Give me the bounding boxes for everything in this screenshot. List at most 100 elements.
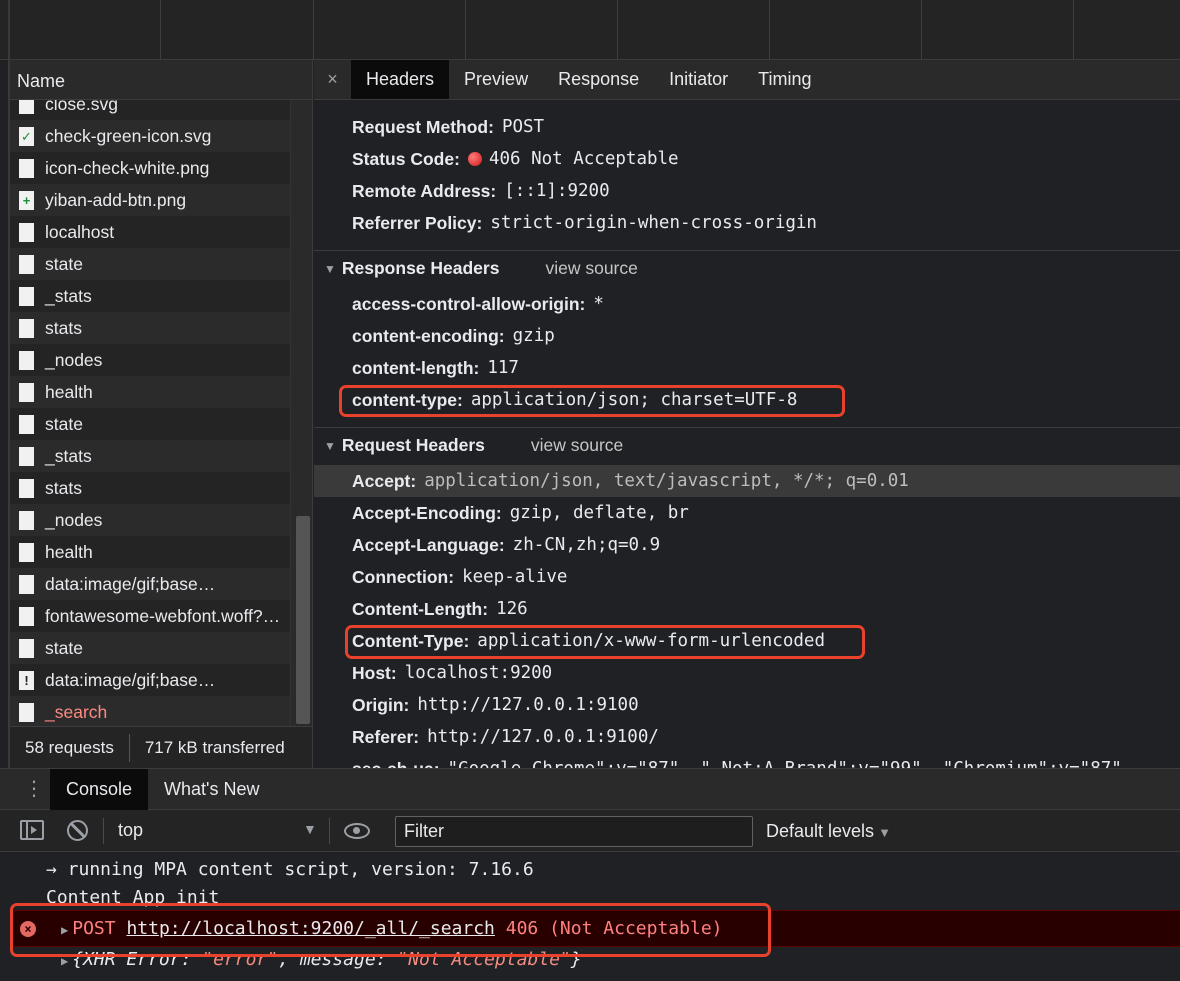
header-key: sec-ch-ua: [352,759,440,769]
request-name: stats [45,317,82,338]
request-rows: close.svg ✓ check-green-icon.svg icon-check… [10,100,290,726]
response-headers-section[interactable]: ▼ Response Headers view source [314,250,1180,286]
header-key: Referer: [352,726,420,747]
header-value: zh-CN,zh;q=0.9 [512,535,661,555]
request-row[interactable]: stats [10,472,290,504]
expand-arrow-icon[interactable]: ▶ [61,954,68,968]
request-row[interactable]: _nodes [10,504,290,536]
log-levels-dropdown[interactable]: Default levels ▼ [766,821,891,842]
request-row[interactable]: state [10,632,290,664]
header-key: Content-Length: [352,598,489,619]
file-icon [19,606,34,626]
request-count: 58 requests [25,737,114,757]
request-name: state [45,637,83,658]
header-key: Accept-Language: [352,534,505,555]
object-mid: , message: [278,949,398,970]
request-row[interactable]: _stats [10,440,290,472]
header-row: content-encoding: gzip [314,320,1180,352]
file-icon [19,574,34,594]
header-key: Referrer Policy: [352,212,483,233]
console-toolbar: top ▼ Default levels▼ [0,810,1180,852]
tab-console[interactable]: Console [50,769,149,810]
name-column-header[interactable]: Name [10,60,312,100]
header-row: sec-ch-ua: "Google Chrome";v="87", " Not;… [314,753,1180,769]
headers-content: Request Method: POST Status Code: 406 No… [314,100,1180,768]
tab-timing[interactable]: Timing [743,60,826,99]
header-key: content-encoding: [352,325,505,346]
section-title: Response Headers [341,258,500,278]
tab-response[interactable]: Response [543,60,654,99]
network-overview[interactable] [0,0,1180,60]
request-headers-section[interactable]: ▼ Request Headers view source [314,427,1180,463]
header-row: Content-Length: 126 [314,593,1180,625]
scrollbar-thumb[interactable] [296,516,310,724]
request-row[interactable]: state [10,408,290,440]
tab-preview[interactable]: Preview [449,60,543,99]
file-icon [19,350,34,370]
console-error-message[interactable]: × ▶ POST http://localhost:9200/_all/_sear… [10,910,1180,947]
file-icon [19,446,34,466]
request-name: yiban-add-btn.png [45,189,187,210]
live-expression-eye-icon[interactable] [344,823,370,839]
header-row: content-type: application/json; charset=U… [314,384,1180,416]
console-object-message[interactable]: ▶ {XHR Error: "error", message: "Not Acce… [10,948,1180,976]
view-source-link[interactable]: view source [531,435,623,456]
request-name: localhost [45,221,115,242]
request-row[interactable]: fontawesome-webfont.woff?… [10,600,290,632]
general-remote-address: Remote Address: [::1]:9200 [314,175,1180,207]
request-row[interactable]: close.svg [10,100,290,120]
file-icon [19,222,34,242]
header-value: http://127.0.0.1:9100/ [427,727,659,747]
header-row: Origin: http://127.0.0.1:9100 [314,689,1180,721]
request-name: state [45,253,83,274]
filter-input[interactable] [395,816,753,847]
request-row[interactable]: _search [10,696,290,726]
request-name: health [45,381,93,402]
object-message-string: "Not Acceptable" [397,949,571,970]
more-vertical-icon[interactable]: ⋮ [22,777,46,801]
log-levels-label: Default levels [766,821,875,841]
request-row[interactable]: + yiban-add-btn.png [10,184,290,216]
request-name: _stats [45,285,92,306]
request-row[interactable]: ✓ check-green-icon.svg [10,120,290,152]
header-row: Accept-Language: zh-CN,zh;q=0.9 [314,529,1180,561]
request-row[interactable]: health [10,536,290,568]
request-row[interactable]: health [10,376,290,408]
request-row[interactable]: data:image/gif;base… [10,568,290,600]
header-row: Accept-Encoding: gzip, deflate, br [314,497,1180,529]
request-list-scrollbar[interactable] [290,100,312,726]
header-key: content-type: [352,389,463,410]
file-icon [19,478,34,498]
header-key: Connection: [352,566,455,587]
header-row: Referer: http://127.0.0.1:9100/ [314,721,1180,753]
dropdown-arrow-icon: ▼ [878,825,891,840]
toolbar-divider [103,818,104,844]
header-value: gzip, deflate, br [509,503,689,523]
tab-headers[interactable]: Headers [351,60,450,99]
header-value: 126 [496,599,528,619]
header-key: Accept-Encoding: [352,502,502,523]
console-message: → running MPA content script, version: 7… [46,859,534,880]
header-value: gzip [512,326,555,346]
request-row[interactable]: localhost [10,216,290,248]
request-row[interactable]: _stats [10,280,290,312]
error-url-link[interactable]: http://localhost:9200/_all/_search [126,918,494,939]
request-row[interactable]: ! data:image/gif;base… [10,664,290,696]
dropdown-arrow-icon[interactable]: ▼ [303,821,317,837]
general-request-method: Request Method: POST [314,111,1180,143]
context-selector[interactable]: top [118,820,328,842]
request-row[interactable]: stats [10,312,290,344]
view-source-link[interactable]: view source [545,258,637,279]
tab-initiator[interactable]: Initiator [654,60,743,99]
request-row[interactable]: icon-check-white.png [10,152,290,184]
show-sidebar-icon[interactable] [20,820,44,840]
header-key: Host: [352,662,397,683]
close-details-button[interactable]: × [314,60,351,99]
request-row[interactable]: state [10,248,290,280]
request-row[interactable]: _nodes [10,344,290,376]
expand-arrow-icon[interactable]: ▶ [61,923,68,937]
clear-console-icon[interactable] [67,820,88,841]
file-icon [19,318,34,338]
tab-whats-new[interactable]: What's New [148,769,275,810]
request-name: health [45,541,93,562]
